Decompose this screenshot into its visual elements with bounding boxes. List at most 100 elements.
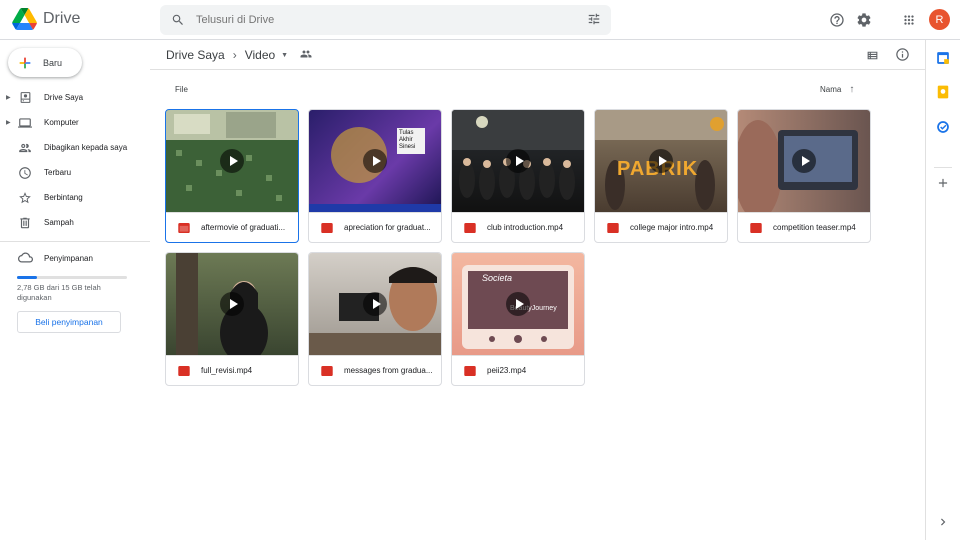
expand-arrow-icon[interactable]: ▶ [6,119,12,126]
sidebar-item-recent[interactable]: Terbaru [0,160,150,185]
file-card[interactable]: aftermovie of graduati... [165,109,299,243]
tasks-icon[interactable] [936,120,950,134]
video-file-icon [750,222,762,233]
drive-logo[interactable]: Drive [12,8,80,30]
file-card[interactable]: competition teaser.mp4 [737,109,871,243]
side-panel-rail [925,40,960,540]
rail-divider [934,167,952,168]
play-icon[interactable] [792,149,816,173]
file-name-row: college major intro.mp4 [595,212,727,242]
help-icon[interactable] [827,10,847,30]
file-name-row: aftermovie of graduati... [166,212,298,242]
video-file-icon [178,365,190,376]
search-input[interactable] [196,14,566,26]
breadcrumb-current[interactable]: Video [245,48,275,62]
sort-label: Nama [820,85,842,94]
play-icon[interactable] [506,149,530,173]
file-name-row: peii23.mp4 [452,355,584,385]
video-file-icon [464,222,476,233]
sidebar-item-label: Berbintang [44,193,83,202]
play-icon[interactable] [649,149,673,173]
settings-icon[interactable] [854,10,874,30]
file-name: apreciation for graduat... [344,223,431,232]
sidebar-item-label: Sampah [44,218,74,227]
shared-folder-icon[interactable] [300,48,312,63]
video-thumbnail [166,253,298,355]
file-card[interactable]: full_revisi.mp4 [165,252,299,386]
sidebar-item-trash[interactable]: Sampah [0,210,150,235]
app-name: Drive [43,10,81,27]
storage-progress-bar [17,276,127,279]
video-thumbnail: PABRIK [595,110,727,212]
video-thumbnail: Tulas Akhir Sinesi [309,110,441,212]
sidebar-nav: ▶ Drive Saya ▶ Komputer Dibagikan kepada… [0,85,150,235]
video-thumbnail [738,110,870,212]
sidebar-item-storage[interactable]: Penyimpanan [0,250,150,266]
file-card[interactable]: club introduction.mp4 [451,109,585,243]
search-options-icon[interactable] [587,12,601,31]
file-name-row: apreciation for graduat... [309,212,441,242]
play-icon[interactable] [363,292,387,316]
file-name: competition teaser.mp4 [773,223,856,232]
file-name: college major intro.mp4 [630,223,714,232]
sidebar-item-my-drive[interactable]: ▶ Drive Saya [0,85,150,110]
top-bar: Drive R [0,0,960,40]
apps-grid-icon[interactable] [899,10,919,30]
play-icon[interactable] [363,149,387,173]
video-file-icon [607,222,619,233]
sidebar-item-label: Drive Saya [44,93,84,102]
sort-control[interactable]: Nama ↑ [820,84,854,95]
play-icon[interactable] [506,292,530,316]
video-file-icon [178,222,190,233]
file-card[interactable]: messages from gradua... [308,252,442,386]
info-icon[interactable] [895,47,910,67]
new-button-label: Baru [43,57,63,68]
video-file-icon [321,222,333,233]
chevron-right-icon: › [232,48,237,62]
keep-icon[interactable] [936,85,950,99]
play-icon[interactable] [220,149,244,173]
thumbnail-caption: Societa [482,273,513,283]
video-thumbnail [309,253,441,355]
sidebar-item-computers[interactable]: ▶ Komputer [0,110,150,135]
expand-panel-icon[interactable] [936,515,950,529]
list-view-icon[interactable] [866,49,879,67]
video-file-icon [321,365,333,376]
file-name: aftermovie of graduati... [201,223,286,232]
file-name: peii23.mp4 [487,366,527,375]
sidebar-item-starred[interactable]: Berbintang [0,185,150,210]
storage-label: Penyimpanan [44,253,93,263]
new-button[interactable]: Baru [8,48,82,77]
computer-icon [18,116,32,130]
add-addon-icon[interactable] [936,176,950,190]
sidebar-item-shared[interactable]: Dibagikan kepada saya [0,135,150,160]
shared-icon [18,141,32,155]
file-name-row: club introduction.mp4 [452,212,584,242]
play-icon[interactable] [220,292,244,316]
file-name-row: messages from gradua... [309,355,441,385]
toolbar-divider [150,69,925,70]
buy-storage-button[interactable]: Beli penyimpanan [17,311,121,333]
star-icon [18,191,32,205]
video-thumbnail [166,110,298,212]
sidebar-item-label: Komputer [44,118,79,127]
plus-icon [19,57,31,68]
file-card[interactable]: Tulas Akhir Sinesi apreciation for gradu… [308,109,442,243]
file-card[interactable]: Societa BeautyJourney peii23.mp4 [451,252,585,386]
search-bar[interactable] [160,5,611,35]
cloud-icon [18,250,33,267]
search-icon[interactable] [160,13,196,27]
video-thumbnail: Societa BeautyJourney [452,253,584,355]
file-name: messages from gradua... [344,366,433,375]
file-card[interactable]: PABRIK college major intro.mp4 [594,109,728,243]
arrow-up-icon[interactable]: ↑ [849,84,854,95]
avatar[interactable]: R [929,9,950,30]
my-drive-icon [18,91,32,105]
dropdown-arrow-icon[interactable]: ▼ [281,52,288,59]
calendar-icon[interactable] [936,51,950,65]
breadcrumb-root[interactable]: Drive Saya [166,48,225,62]
storage-usage-text: 2,78 GB dari 15 GB telah digunakan [17,283,101,302]
file-name: full_revisi.mp4 [201,366,253,375]
files-section-label: File [175,85,188,94]
expand-arrow-icon[interactable]: ▶ [6,94,12,101]
